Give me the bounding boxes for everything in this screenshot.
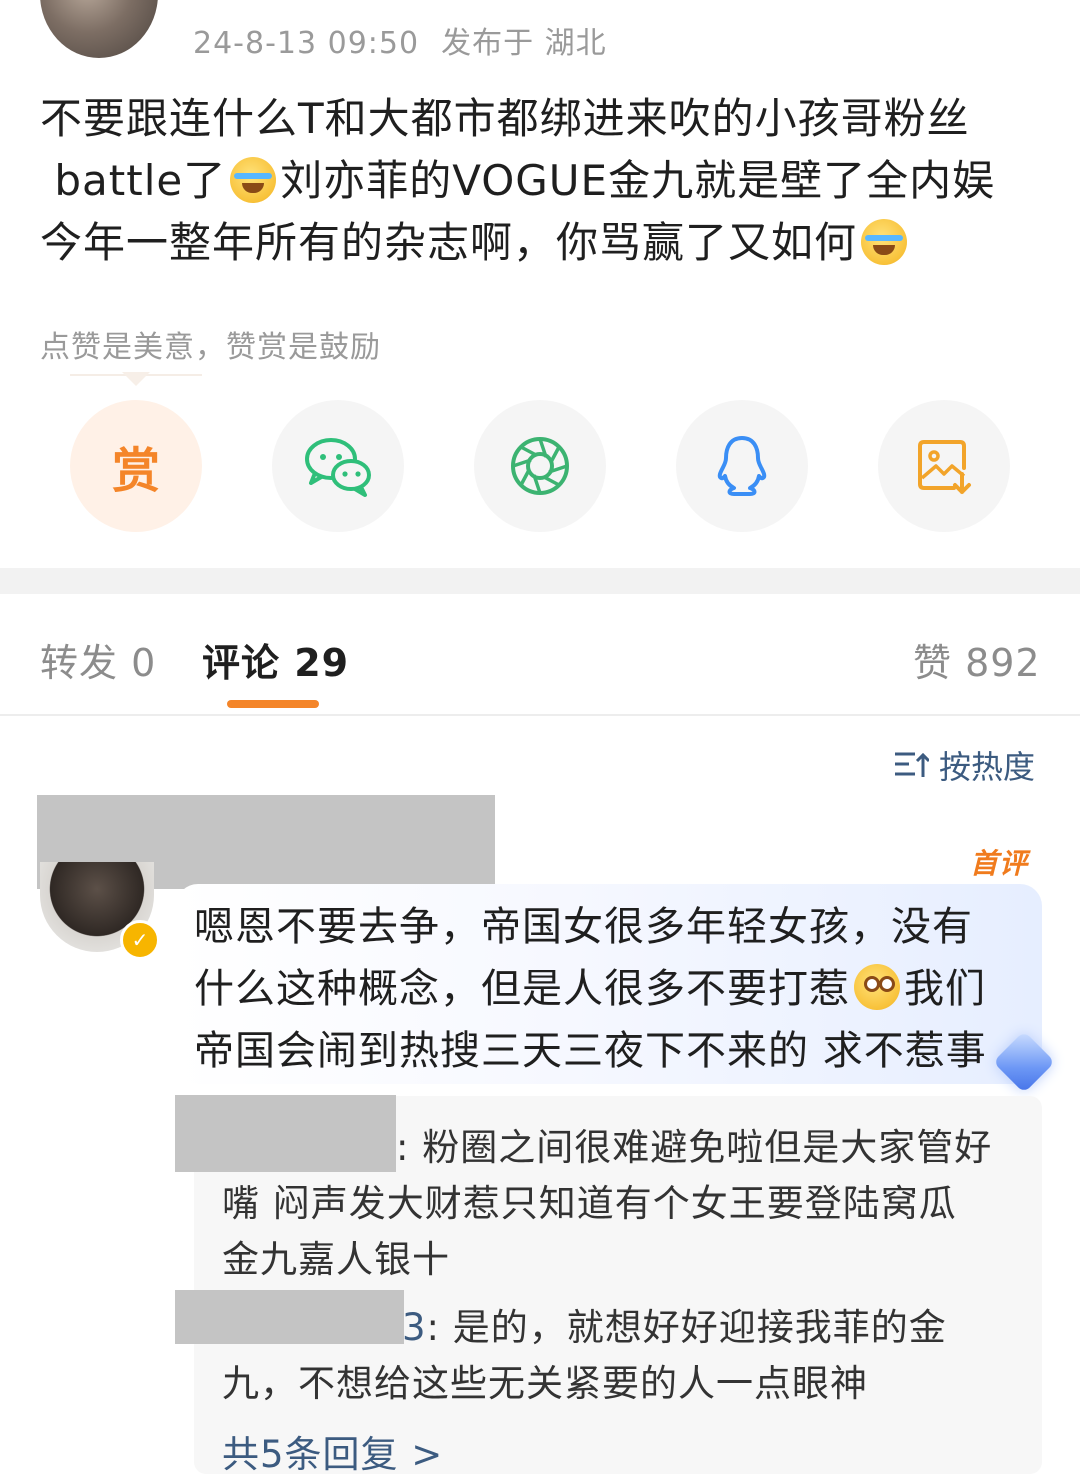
- post-line-2: battle了 刘亦菲的VOGUE金九就是壁了全内娱: [54, 156, 996, 205]
- moments-icon: [511, 437, 569, 495]
- reward-button[interactable]: 赏: [70, 400, 202, 532]
- tab-repost[interactable]: 转发 0: [40, 632, 156, 687]
- poster-avatar[interactable]: [40, 0, 158, 58]
- sort-by-hot-button[interactable]: 按热度: [893, 742, 1035, 788]
- sort-label: 按热度: [939, 748, 1036, 786]
- comment-line-3: 帝国会闹到热搜三天三夜下不来的 求不惹事: [194, 1028, 987, 1074]
- tab-comments[interactable]: 评论 29: [202, 632, 349, 687]
- eye-roll-emoji: [854, 964, 900, 1010]
- wechat-icon: [305, 438, 371, 497]
- verified-badge-icon: ✓: [120, 920, 160, 960]
- post-meta: 24-8-13 09:50 发布于 湖北: [193, 18, 629, 62]
- post-location: 发布于 湖北: [441, 26, 607, 61]
- redacted-reply-username-1: [175, 1095, 396, 1172]
- reward-label: 赏: [111, 443, 160, 499]
- share-moments-button[interactable]: [474, 400, 606, 532]
- more-replies-link[interactable]: 共5条回复 >: [222, 1424, 443, 1478]
- tab-likes[interactable]: 赞 892: [913, 632, 1041, 687]
- qq-icon: [717, 436, 767, 496]
- comment-line-1: 嗯恩不要去争，帝国女很多年轻女孩，没有: [194, 904, 973, 950]
- active-tab-indicator: [227, 700, 319, 708]
- post-line-1: 不要跟连什么T和大都市都绑进来吹的小孩哥粉丝: [40, 94, 970, 143]
- share-wechat-button[interactable]: [272, 400, 404, 532]
- first-comment-badge: 首评: [970, 847, 1029, 880]
- hint-caret: [122, 372, 150, 386]
- post-line-3: 今年一整年所有的杂志啊，你骂赢了又如何: [40, 212, 1040, 274]
- save-image-icon: [918, 440, 971, 494]
- laugh-cry-emoji: [230, 157, 277, 203]
- post-body: 不要跟连什么T和大都市都绑进来吹的小孩哥粉丝 battle了 刘亦菲的VOGUE金…: [40, 88, 1040, 274]
- section-divider: [0, 568, 1080, 594]
- comment-body: 嗯恩不要去争，帝国女很多年轻女孩，没有 什么这种概念，但是人很多不要打惹 我们 帝…: [194, 896, 1024, 1082]
- tab-divider: [0, 714, 1080, 716]
- share-qq-button[interactable]: [676, 400, 808, 532]
- reward-hint: 点赞是美意，赞赏是鼓励: [40, 330, 381, 365]
- save-image-button[interactable]: [878, 400, 1010, 532]
- comment-line-2: 什么这种概念，但是人很多不要打惹 我们: [194, 964, 986, 1012]
- redacted-reply-username-2: [175, 1290, 404, 1344]
- laugh-cry-emoji: [861, 219, 908, 265]
- post-time: 24-8-13 09:50: [193, 26, 420, 61]
- sort-icon: [895, 752, 929, 777]
